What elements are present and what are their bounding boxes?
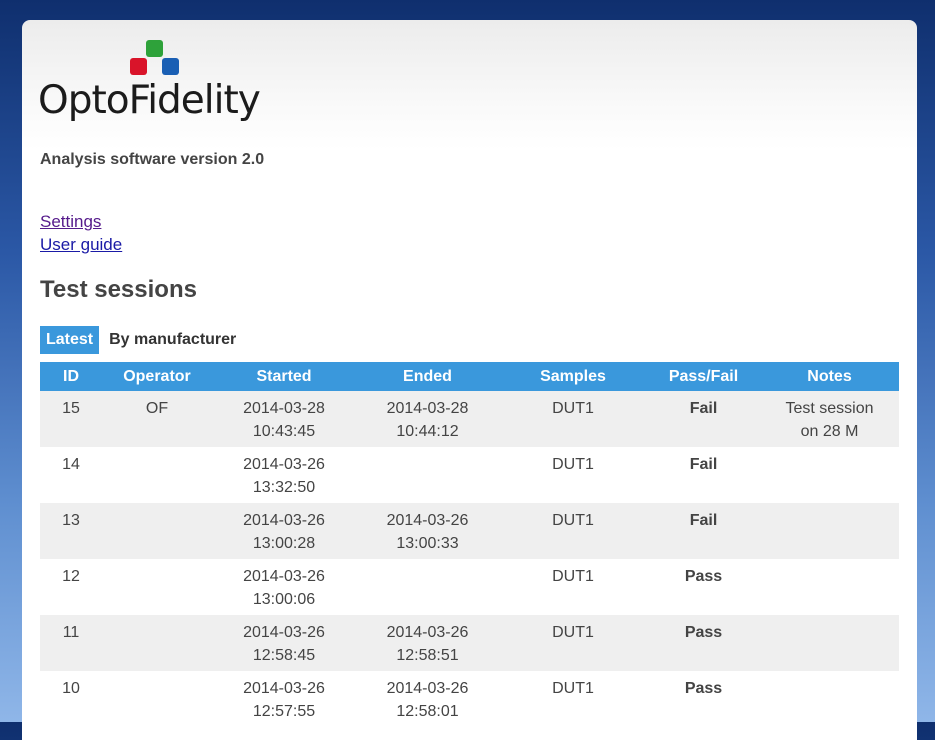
ended-date: 2014-03-26 (386, 680, 469, 697)
started-date: 2014-03-26 (243, 456, 325, 473)
cell-operator (102, 615, 212, 671)
cell-notes (760, 671, 899, 727)
cell-notes (760, 615, 899, 671)
ended-date: 2014-03-26 (386, 512, 469, 529)
column-header-ended[interactable]: Ended (356, 362, 499, 391)
cell-ended (356, 559, 499, 615)
tab-latest[interactable]: Latest (40, 326, 100, 354)
table-row[interactable]: 13 2014-03-26 13:00:28 2014-03-26 13:00:33… (40, 503, 899, 559)
notes-line: Test session (785, 400, 874, 417)
logo-red-square (130, 58, 147, 75)
cell-operator (102, 559, 212, 615)
sessions-table: ID Operator Started Ended Samples Pass/F… (40, 362, 899, 727)
table-row[interactable]: 12 2014-03-26 13:00:06 DUT1 Pass (40, 559, 899, 615)
cell-result: Fail (647, 391, 760, 447)
ended-time: 13:00:33 (396, 535, 459, 552)
table-header-row: ID Operator Started Ended Samples Pass/F… (40, 362, 899, 391)
cell-ended: 2014-03-26 13:00:33 (356, 503, 499, 559)
cell-samples: DUT1 (499, 615, 647, 671)
cell-ended (356, 447, 499, 503)
column-header-operator[interactable]: Operator (102, 362, 212, 391)
cell-id: 10 (40, 671, 102, 727)
logo-wordmark: OptoFidelity (38, 78, 261, 123)
started-date: 2014-03-26 (243, 568, 325, 585)
settings-link[interactable]: Settings (40, 210, 122, 233)
user-guide-link[interactable]: User guide (40, 233, 122, 256)
cell-id: 12 (40, 559, 102, 615)
started-date: 2014-03-26 (243, 680, 325, 697)
cell-result: Pass (647, 559, 760, 615)
page-title: Test sessions (40, 276, 197, 303)
cell-result: Fail (647, 503, 760, 559)
cell-samples: DUT1 (499, 391, 647, 447)
started-time: 13:00:06 (252, 591, 316, 608)
session-tabs: Latest By manufacturer (40, 326, 242, 354)
cell-started: 2014-03-26 12:58:45 (212, 615, 356, 671)
cell-result: Pass (647, 671, 760, 727)
cell-operator (102, 671, 212, 727)
tab-by-manufacturer[interactable]: By manufacturer (99, 326, 242, 354)
column-header-started[interactable]: Started (212, 362, 356, 391)
table-row[interactable]: 14 2014-03-26 13:32:50 DUT1 Fail (40, 447, 899, 503)
ended-date: 2014-03-28 (386, 400, 469, 417)
column-header-id[interactable]: ID (40, 362, 102, 391)
started-date: 2014-03-26 (243, 512, 325, 529)
started-date: 2014-03-26 (243, 624, 325, 641)
column-header-notes[interactable]: Notes (760, 362, 899, 391)
cell-samples: DUT1 (499, 503, 647, 559)
optofidelity-logo: OptoFidelity (38, 40, 270, 123)
started-time: 13:32:50 (252, 479, 316, 496)
started-time: 10:43:45 (252, 423, 316, 440)
cell-started: 2014-03-26 13:00:28 (212, 503, 356, 559)
table-row[interactable]: 10 2014-03-26 12:57:55 2014-03-26 12:58:01… (40, 671, 899, 727)
cell-samples: DUT1 (499, 671, 647, 727)
cell-samples: DUT1 (499, 559, 647, 615)
started-date: 2014-03-28 (243, 400, 325, 417)
started-time: 12:58:45 (252, 647, 316, 664)
cell-ended: 2014-03-26 12:58:51 (356, 615, 499, 671)
cell-notes (760, 559, 899, 615)
software-version: Analysis software version 2.0 (40, 151, 265, 168)
nav-links: Settings User guide (40, 210, 122, 256)
ended-time: 12:58:01 (396, 703, 459, 720)
cell-notes (760, 447, 899, 503)
cell-id: 14 (40, 447, 102, 503)
cell-result: Fail (647, 447, 760, 503)
started-time: 12:57:55 (252, 703, 316, 720)
started-time: 13:00:28 (252, 535, 316, 552)
table-row[interactable]: 11 2014-03-26 12:58:45 2014-03-26 12:58:51… (40, 615, 899, 671)
main-panel: OptoFidelity Analysis software version 2… (22, 20, 917, 740)
table-row[interactable]: 15 OF 2014-03-28 10:43:45 2014-03-28 10:44… (40, 391, 899, 447)
logo-blue-square (162, 58, 179, 75)
cell-operator (102, 447, 212, 503)
cell-notes: Test session on 28 M (760, 391, 899, 447)
cell-id: 13 (40, 503, 102, 559)
cell-started: 2014-03-26 13:00:06 (212, 559, 356, 615)
cell-id: 15 (40, 391, 102, 447)
cell-notes (760, 503, 899, 559)
cell-started: 2014-03-26 13:32:50 (212, 447, 356, 503)
cell-samples: DUT1 (499, 447, 647, 503)
column-header-pass-fail[interactable]: Pass/Fail (647, 362, 760, 391)
ended-date: 2014-03-26 (386, 624, 469, 641)
cell-id: 11 (40, 615, 102, 671)
cell-operator (102, 503, 212, 559)
notes-line: on 28 M (800, 423, 859, 440)
ended-time: 12:58:51 (396, 647, 459, 664)
cell-operator: OF (102, 391, 212, 447)
cell-result: Pass (647, 615, 760, 671)
ended-time: 10:44:12 (396, 423, 459, 440)
logo-green-square (146, 40, 163, 57)
column-header-samples[interactable]: Samples (499, 362, 647, 391)
cell-started: 2014-03-28 10:43:45 (212, 391, 356, 447)
cell-started: 2014-03-26 12:57:55 (212, 671, 356, 727)
cell-ended: 2014-03-26 12:58:01 (356, 671, 499, 727)
cell-ended: 2014-03-28 10:44:12 (356, 391, 499, 447)
